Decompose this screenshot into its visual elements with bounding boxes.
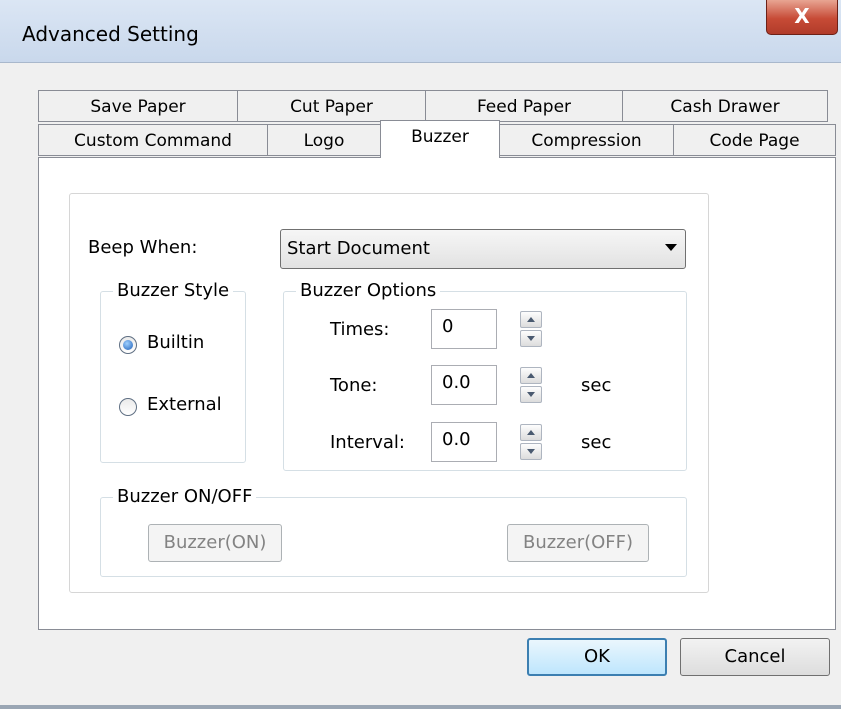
- beep-when-dropdown[interactable]: Start Document: [280, 229, 686, 269]
- tab-label: Custom Command: [74, 131, 232, 151]
- tab-code-page[interactable]: Code Page: [673, 124, 836, 156]
- external-label[interactable]: External: [147, 394, 222, 415]
- tab-custom-command[interactable]: Custom Command: [38, 124, 268, 156]
- buzzer-style-legend: Buzzer Style: [113, 280, 234, 301]
- buzzer-onoff-legend: Buzzer ON/OFF: [113, 486, 257, 507]
- close-button[interactable]: X: [766, 0, 838, 35]
- tab-row-1: Save Paper Cut Paper Feed Paper Cash Dra…: [38, 90, 828, 124]
- spin-down-icon[interactable]: [520, 443, 542, 460]
- tone-input[interactable]: 0.0: [431, 365, 497, 405]
- tab-label: Logo: [303, 131, 345, 151]
- tab-label: Code Page: [709, 131, 800, 151]
- tab-label: Compression: [531, 131, 642, 151]
- tab-feed-paper[interactable]: Feed Paper: [425, 90, 623, 122]
- buzzer-off-button[interactable]: Buzzer(OFF): [507, 524, 649, 562]
- tone-value: 0.0: [442, 372, 471, 393]
- cancel-button[interactable]: Cancel: [680, 638, 830, 676]
- title-bar: Advanced Setting X: [0, 0, 841, 63]
- tab-label: Save Paper: [90, 97, 186, 117]
- spin-up-icon[interactable]: [520, 367, 542, 384]
- buzzer-on-button[interactable]: Buzzer(ON): [148, 524, 282, 562]
- tab-logo[interactable]: Logo: [267, 124, 381, 156]
- chevron-down-icon: [665, 244, 677, 251]
- window-bottom-edge: [0, 705, 841, 709]
- beep-when-label: Beep When:: [88, 237, 198, 258]
- interval-spinner[interactable]: [520, 424, 542, 460]
- buzzer-tab-panel: Beep When: Start Document Buzzer Style B…: [38, 157, 836, 630]
- beep-when-value: Start Document: [287, 238, 430, 259]
- spin-down-icon[interactable]: [520, 386, 542, 403]
- tab-label: Cash Drawer: [670, 97, 780, 117]
- tab-cash-drawer[interactable]: Cash Drawer: [622, 90, 828, 122]
- builtin-radio[interactable]: [119, 336, 137, 354]
- window-title: Advanced Setting: [22, 22, 199, 46]
- dialog-body: Save Paper Cut Paper Feed Paper Cash Dra…: [0, 63, 841, 709]
- tab-save-paper[interactable]: Save Paper: [38, 90, 238, 122]
- times-spinner[interactable]: [520, 311, 542, 347]
- spin-up-icon[interactable]: [520, 311, 542, 328]
- builtin-label[interactable]: Builtin: [147, 332, 204, 353]
- tone-label: Tone:: [330, 375, 378, 396]
- tab-label: Buzzer: [411, 127, 469, 147]
- ok-button[interactable]: OK: [527, 638, 667, 676]
- buzzer-options-legend: Buzzer Options: [296, 280, 441, 301]
- tone-unit: sec: [581, 375, 612, 396]
- interval-value: 0.0: [442, 429, 471, 450]
- tab-row-2: Custom Command Logo Buzzer Compression C…: [38, 120, 836, 158]
- tab-label: Feed Paper: [476, 97, 572, 117]
- buzzer-options-group: Buzzer Options Times: 0 Tone: 0.0 sec In…: [283, 280, 687, 471]
- times-value: 0: [442, 316, 454, 337]
- tone-spinner[interactable]: [520, 367, 542, 403]
- external-radio[interactable]: [119, 398, 137, 416]
- interval-label: Interval:: [330, 432, 405, 453]
- tab-label: Cut Paper: [290, 97, 373, 117]
- spin-down-icon[interactable]: [520, 330, 542, 347]
- interval-unit: sec: [581, 432, 612, 453]
- buzzer-onoff-group: Buzzer ON/OFF Buzzer(ON) Buzzer(OFF): [100, 486, 687, 577]
- buzzer-settings-frame: Beep When: Start Document Buzzer Style B…: [69, 193, 709, 593]
- tab-cut-paper[interactable]: Cut Paper: [237, 90, 426, 122]
- interval-input[interactable]: 0.0: [431, 422, 497, 462]
- tab-buzzer[interactable]: Buzzer: [380, 120, 500, 158]
- spin-up-icon[interactable]: [520, 424, 542, 441]
- tab-compression[interactable]: Compression: [499, 124, 674, 156]
- buzzer-style-group: Buzzer Style Builtin External: [100, 280, 246, 463]
- times-input[interactable]: 0: [431, 309, 497, 349]
- times-label: Times:: [330, 319, 390, 340]
